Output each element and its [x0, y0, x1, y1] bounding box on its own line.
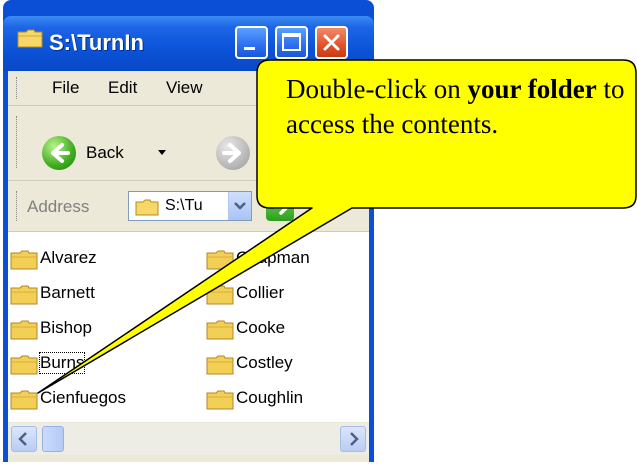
- callout-shape: [37, 59, 637, 394]
- callout-text-start: Double-click on: [286, 74, 468, 104]
- callout-text: Double-click on your folder to access th…: [286, 72, 626, 142]
- callout-text-bold: your folder: [467, 74, 597, 104]
